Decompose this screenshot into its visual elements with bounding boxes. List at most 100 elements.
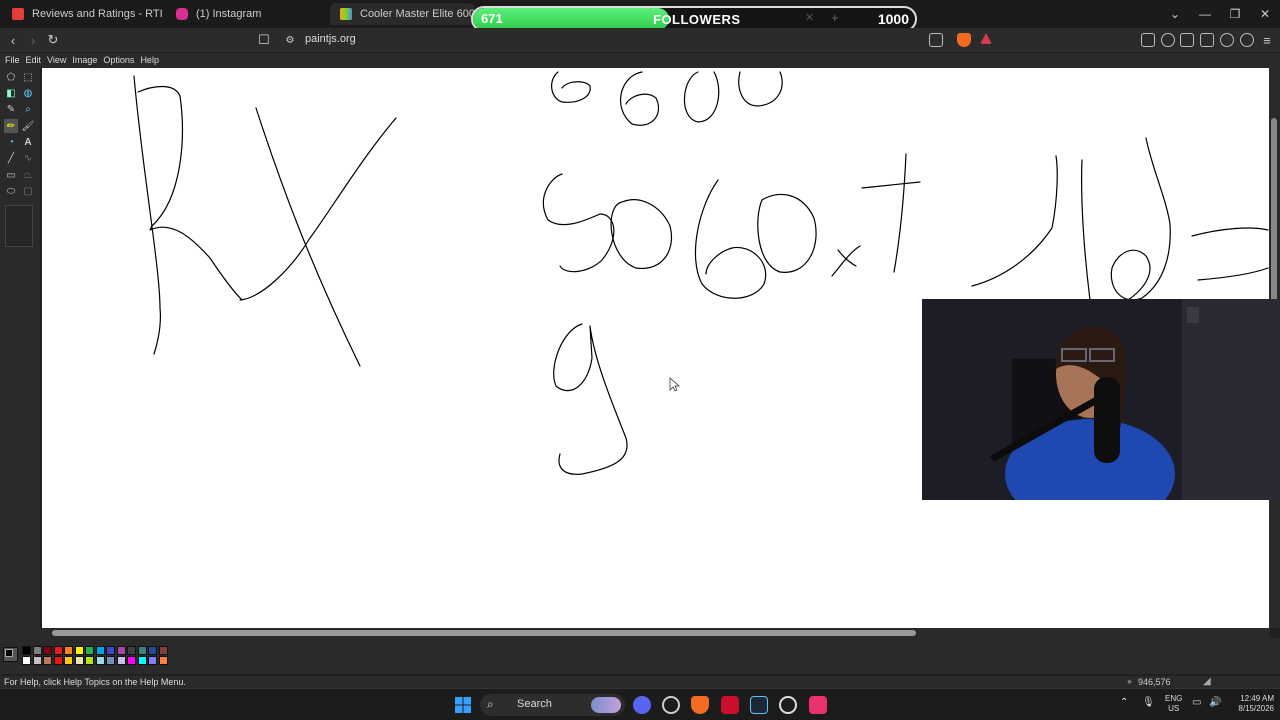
taskbar-search-box[interactable]: ⌕ Search — [480, 694, 625, 716]
stroke-t-bar — [861, 181, 921, 189]
palette-swatch[interactable] — [22, 656, 31, 665]
adobe-app-icon[interactable] — [721, 696, 739, 714]
menu-view[interactable]: View — [46, 53, 71, 68]
palette-swatch[interactable] — [106, 656, 115, 665]
discord-icon[interactable] — [633, 696, 651, 714]
tab-instagram[interactable]: (1) Instagram — [166, 3, 326, 25]
menu-help[interactable]: Help — [139, 53, 164, 68]
airbrush-icon[interactable]: ◔ — [4, 135, 18, 149]
palette-swatch[interactable] — [148, 646, 157, 655]
rounded-rect-icon[interactable]: ▢ — [21, 184, 35, 198]
brave-shield-icon[interactable] — [957, 33, 971, 47]
palette-swatch[interactable] — [85, 646, 94, 655]
tab-cooler-master[interactable]: Cooler Master Elite 600 ARGB (Bla — [330, 3, 475, 25]
wallet-icon[interactable] — [1200, 33, 1214, 47]
palette-swatch[interactable] — [53, 656, 63, 665]
free-select-icon[interactable]: ⬠ — [4, 70, 18, 84]
microphone-tray-icon[interactable]: 🎙 — [1142, 697, 1155, 708]
magnifier-icon[interactable]: ⌕ — [21, 102, 35, 116]
leo-ai-icon[interactable] — [1220, 33, 1234, 47]
windows-start-icon[interactable] — [454, 696, 472, 714]
minimize-icon[interactable]: — — [1190, 0, 1220, 28]
forward-icon[interactable]: › — [24, 31, 42, 49]
pencil-icon[interactable]: ✏ — [4, 119, 18, 133]
url-field[interactable]: paintjs.org — [305, 33, 356, 45]
cursor-coordinates: 946,576 — [1138, 677, 1171, 687]
palette-swatch[interactable] — [127, 646, 136, 655]
palette-swatch[interactable] — [95, 646, 105, 655]
palette-swatch[interactable] — [116, 656, 126, 665]
menu-options[interactable]: Options — [102, 53, 139, 68]
menu-icon[interactable]: ≡ — [1258, 31, 1276, 49]
palette-swatch[interactable] — [137, 656, 147, 665]
clock[interactable]: 12:49 AM 8/15/2026 — [1228, 694, 1274, 714]
tab-list-icon[interactable]: ⌄ — [1160, 0, 1190, 28]
close-tab-icon[interactable]: ✕ — [805, 11, 814, 24]
palette-swatch[interactable] — [43, 646, 52, 655]
polygon-icon[interactable]: ⏢ — [21, 168, 35, 182]
line-icon[interactable]: ╱ — [4, 151, 18, 165]
stroke-top-6b — [620, 71, 660, 126]
menu-image[interactable]: Image — [71, 53, 102, 68]
site-info-icon[interactable]: ⚙ — [281, 31, 299, 49]
steam-icon[interactable] — [750, 696, 768, 714]
volume-icon[interactable]: 🔊 — [1209, 697, 1221, 708]
palette-swatch[interactable] — [64, 656, 73, 665]
primary-color-swatch[interactable] — [5, 649, 13, 657]
chatgpt-icon[interactable] — [662, 696, 680, 714]
menu-edit[interactable]: Edit — [25, 53, 47, 68]
current-colors-box[interactable] — [3, 647, 18, 662]
palette-swatch[interactable] — [43, 656, 52, 665]
palette-swatch[interactable] — [32, 646, 42, 655]
text-icon[interactable]: A — [21, 135, 35, 149]
palette-swatch[interactable] — [137, 646, 147, 655]
reload-icon[interactable]: ↻ — [44, 31, 62, 49]
rectangle-icon[interactable]: ▭ — [4, 168, 18, 182]
palette-swatch[interactable] — [74, 656, 84, 665]
brave-rewards-icon[interactable] — [980, 33, 992, 44]
cast-icon[interactable] — [929, 33, 943, 47]
network-icon[interactable]: ▭ — [1192, 697, 1201, 708]
color-picker-icon[interactable]: ✎ — [4, 102, 18, 116]
horizontal-scroll-thumb[interactable] — [52, 630, 916, 636]
menu-file[interactable]: File — [4, 53, 25, 68]
search-highlight-icon — [591, 697, 621, 713]
media-icon[interactable] — [1161, 33, 1175, 47]
palette-swatch[interactable] — [95, 656, 105, 665]
tiktok-app-icon[interactable] — [809, 696, 827, 714]
extensions-icon[interactable] — [1141, 33, 1155, 47]
language-indicator[interactable]: ENG US — [1165, 694, 1182, 714]
curve-icon[interactable]: ∿ — [21, 151, 35, 165]
brave-browser-icon[interactable] — [691, 696, 709, 714]
tray-overflow-icon[interactable]: ⌃ — [1120, 697, 1128, 708]
tab-rtings[interactable]: Reviews and Ratings - RTINGS.com — [2, 3, 162, 25]
palette-swatch[interactable] — [74, 646, 84, 655]
ellipse-icon[interactable]: ⬭ — [4, 184, 18, 198]
eraser-icon[interactable]: ◧ — [4, 86, 18, 100]
new-tab-icon[interactable]: + — [831, 10, 839, 25]
tool-options-panel[interactable] — [5, 205, 33, 247]
sidebar-icon[interactable] — [1180, 33, 1194, 47]
back-icon[interactable]: ‹ — [4, 31, 22, 49]
vpn-icon[interactable] — [1240, 33, 1254, 47]
palette-swatch[interactable] — [127, 656, 136, 665]
fill-bucket-icon[interactable]: ◍ — [21, 86, 35, 100]
maximize-icon[interactable]: ❐ — [1220, 0, 1250, 28]
palette-swatch[interactable] — [158, 656, 168, 665]
bookmark-icon[interactable]: ☐ — [255, 31, 273, 49]
palette-swatch[interactable] — [106, 646, 115, 655]
palette-swatch[interactable] — [85, 656, 94, 665]
horizontal-scrollbar[interactable] — [40, 628, 1270, 638]
palette-swatch[interactable] — [22, 646, 31, 655]
palette-swatch[interactable] — [32, 656, 42, 665]
obs-icon[interactable] — [779, 696, 797, 714]
brush-icon[interactable]: 🖌 — [21, 119, 35, 133]
palette-swatch[interactable] — [53, 646, 63, 655]
palette-swatch[interactable] — [148, 656, 157, 665]
palette-swatch[interactable] — [158, 646, 168, 655]
palette-swatch[interactable] — [116, 646, 126, 655]
rect-select-icon[interactable]: ⬚ — [21, 70, 35, 84]
close-window-icon[interactable]: ✕ — [1250, 0, 1280, 28]
tab-label: Cooler Master Elite 600 ARGB (Bla — [360, 8, 475, 20]
palette-swatch[interactable] — [64, 646, 73, 655]
